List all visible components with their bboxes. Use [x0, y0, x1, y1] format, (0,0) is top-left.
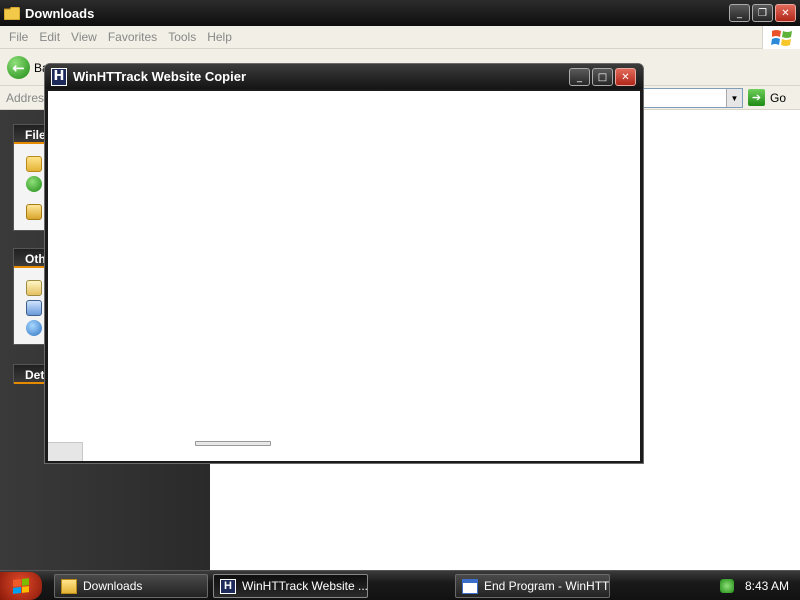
- taskbar-label: Downloads: [83, 579, 143, 593]
- httrack-progress-bar: [195, 441, 271, 446]
- go-button[interactable]: ➔ Go: [748, 89, 786, 106]
- windows-logo-icon: [762, 26, 800, 49]
- httrack-window: H WinHTTrack Website Copier _ □ ✕: [44, 63, 644, 464]
- httrack-icon: H: [220, 578, 236, 594]
- taskbar: Downloads H WinHTTrack Website ... End P…: [0, 570, 800, 600]
- httrack-logo-icon: H: [51, 67, 67, 86]
- other-places-header[interactable]: Oth: [14, 249, 44, 268]
- tray-network-icon[interactable]: [720, 579, 734, 593]
- menu-help[interactable]: Help: [207, 30, 232, 44]
- httrack-maximize-button[interactable]: □: [592, 68, 613, 86]
- network-places-icon[interactable]: [26, 320, 42, 336]
- httrack-title: WinHTTrack Website Copier: [73, 69, 247, 84]
- menu-edit[interactable]: Edit: [39, 30, 60, 44]
- explorer-title: Downloads: [25, 5, 95, 21]
- explorer-menubar: File Edit View Favorites Tools Help: [0, 26, 800, 49]
- new-folder-icon[interactable]: [26, 156, 42, 172]
- httrack-status-panel: [48, 442, 83, 461]
- explorer-close-button[interactable]: ✕: [775, 4, 796, 22]
- back-arrow-icon: ←: [7, 56, 30, 79]
- taskbar-button-end-program[interactable]: End Program - WinHTT...: [455, 574, 610, 598]
- httrack-client-area: [48, 91, 640, 461]
- system-tray: 8:43 AM: [712, 571, 800, 600]
- publish-icon[interactable]: [26, 176, 42, 192]
- go-arrow-icon: ➔: [748, 89, 765, 106]
- folder-icon: [4, 6, 20, 20]
- go-label: Go: [770, 90, 787, 105]
- menu-favorites[interactable]: Favorites: [108, 30, 157, 44]
- file-tasks-header[interactable]: File: [14, 125, 44, 144]
- taskbar-button-downloads[interactable]: Downloads: [54, 574, 208, 598]
- httrack-titlebar[interactable]: H WinHTTrack Website Copier _ □ ✕: [45, 64, 643, 89]
- back-button[interactable]: ← Ba: [7, 56, 49, 79]
- details-header[interactable]: Det: [14, 365, 44, 384]
- chevron-down-icon[interactable]: ▼: [726, 89, 742, 107]
- explorer-titlebar[interactable]: Downloads _ ❐ ✕: [0, 0, 800, 26]
- other-places-panel: Oth: [13, 248, 45, 345]
- windows-flag-icon: [13, 578, 29, 594]
- menu-tools[interactable]: Tools: [168, 30, 196, 44]
- my-documents-icon[interactable]: [26, 280, 42, 296]
- taskbar-button-httrack[interactable]: H WinHTTrack Website ...: [213, 574, 368, 598]
- taskbar-label: End Program - WinHTT...: [484, 579, 610, 593]
- window-icon: [462, 578, 478, 594]
- address-input[interactable]: ▼: [640, 88, 743, 108]
- share-folder-icon[interactable]: [26, 204, 42, 220]
- my-computer-icon[interactable]: [26, 300, 42, 316]
- file-tasks-panel: File: [13, 124, 45, 231]
- httrack-minimize-button[interactable]: _: [569, 68, 590, 86]
- menu-view[interactable]: View: [71, 30, 97, 44]
- folder-icon: [61, 578, 77, 594]
- details-panel: Det: [13, 364, 45, 384]
- explorer-restore-button[interactable]: ❐: [752, 4, 773, 22]
- taskbar-label: WinHTTrack Website ...: [242, 579, 368, 593]
- start-button[interactable]: [0, 572, 42, 600]
- explorer-minimize-button[interactable]: _: [729, 4, 750, 22]
- httrack-close-button[interactable]: ✕: [615, 68, 636, 86]
- clock[interactable]: 8:43 AM: [745, 579, 789, 593]
- menu-file[interactable]: File: [9, 30, 28, 44]
